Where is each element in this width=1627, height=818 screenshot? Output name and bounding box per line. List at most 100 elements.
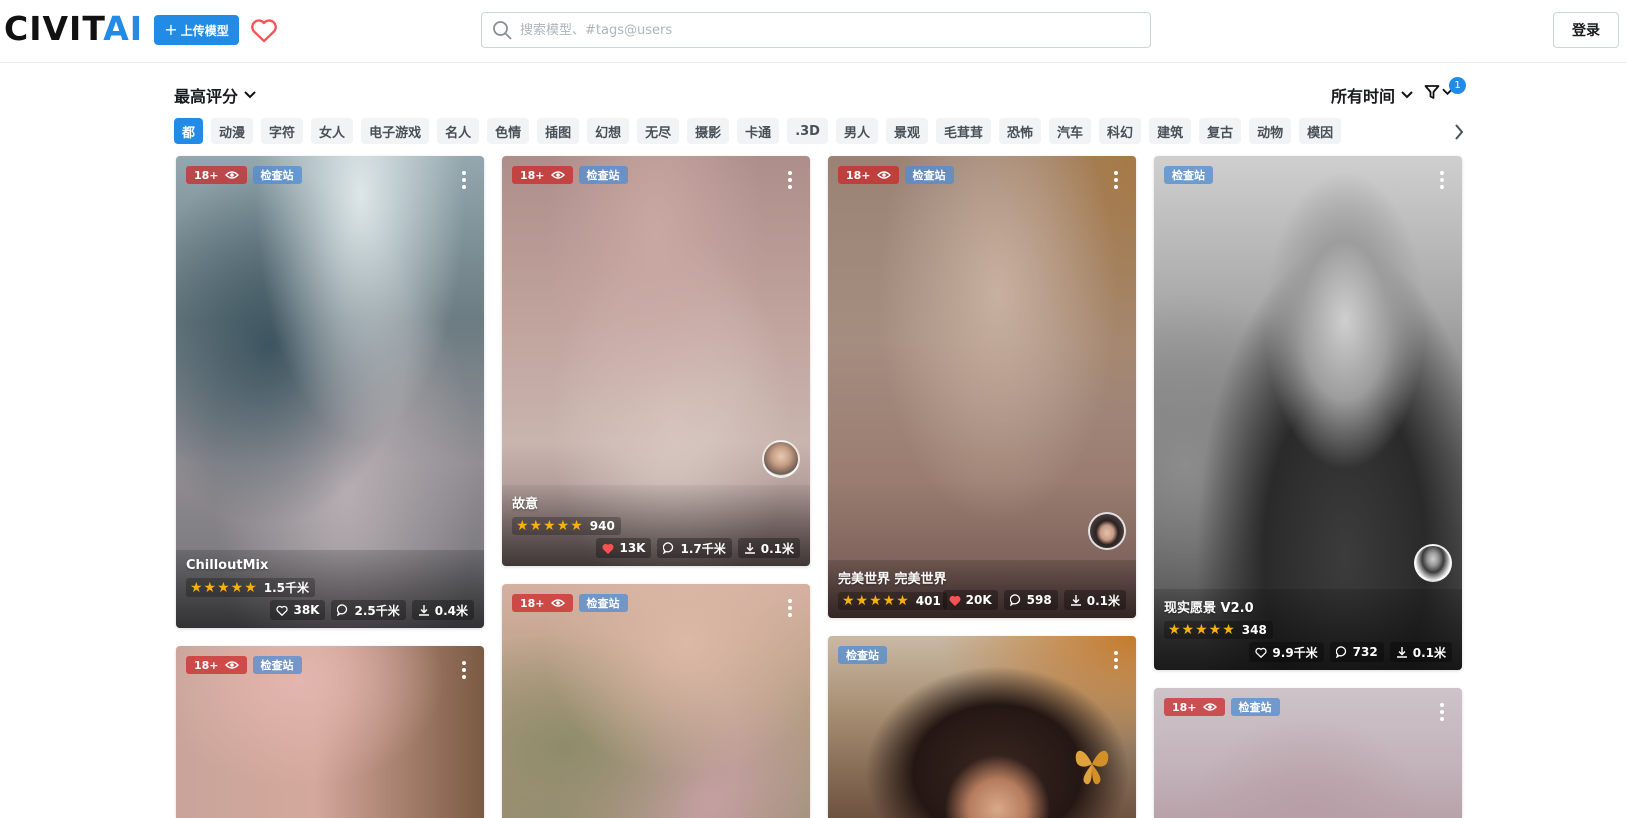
civitai-logo[interactable]: CIVITAI [4,12,143,45]
tag-landscape[interactable]: 景观 [885,118,928,144]
nsfw-badge[interactable]: 18+ [186,656,247,674]
model-name: 完美世界 完美世界 [838,572,947,587]
card-menu-button[interactable] [780,168,800,192]
dots-vertical-icon [788,599,792,617]
model-rating: ★★★★★ 401 [838,592,947,610]
tag-all[interactable]: 都 [174,118,204,144]
tag-fantasy[interactable]: 幻想 [587,118,630,144]
tag-horror[interactable]: 恐怖 [999,118,1042,144]
card-footer: 完美世界 完美世界 ★★★★★ 401 20K 598 0.1米 [828,560,1136,618]
checkpoint-badge: 检查站 [838,646,887,664]
heart-icon [251,19,277,43]
model-card[interactable]: 18+ 检查站 完美世界 完美世界 ★★★★★ 401 20K 598 0.1米 [828,156,1136,618]
creator-avatar[interactable] [1414,544,1452,582]
tag-endless[interactable]: 无尽 [637,118,680,144]
likes-stat: 13K [596,538,652,558]
search-icon [493,21,512,40]
nsfw-badge[interactable]: 18+ [512,594,573,612]
card-menu-button[interactable] [1432,168,1452,192]
eye-icon [224,661,239,669]
login-button[interactable]: 登录 [1553,12,1619,48]
chevron-down-icon [1401,91,1413,99]
downloads-stat: 0.1米 [1389,642,1452,662]
comment-icon [663,542,674,554]
nsfw-badge[interactable]: 18+ [186,166,247,184]
card-menu-button[interactable] [1106,648,1126,672]
card-menu-button[interactable] [780,596,800,620]
tag-3d[interactable]: .3D [787,118,828,144]
tag-photography[interactable]: 摄影 [687,118,730,144]
tag-animal[interactable]: 动物 [1249,118,1292,144]
period-dropdown[interactable]: 所有时间 [1331,83,1413,107]
heart-filled-icon [603,543,614,554]
nsfw-badge[interactable]: 18+ [512,166,573,184]
filter-count-badge: 1 [1449,77,1466,94]
downloads-stat: 0.1米 [737,538,800,558]
downloads-stat: 0.1米 [1063,590,1126,610]
tag-video-game[interactable]: 电子游戏 [361,118,430,144]
download-icon [1070,595,1081,606]
sort-dropdown[interactable]: 最高评分 [174,83,256,107]
card-menu-button[interactable] [454,658,474,682]
upload-model-button[interactable]: + 上传模型 [154,15,239,45]
nsfw-badge[interactable]: 18+ [838,166,899,184]
tag-furry[interactable]: 毛茸茸 [936,118,992,144]
filter-icon [1424,85,1440,99]
eye-icon [550,599,565,607]
model-card[interactable]: 18+ 检查站 [176,646,484,818]
download-icon [418,605,429,616]
likes-stat: 38K [270,600,326,620]
eye-icon [1202,703,1217,711]
tag-character[interactable]: 字符 [261,118,304,144]
model-card[interactable]: 18+ 检查站 故意 ★★★★★ 940 13K 1.7千米 0.1米 [502,156,810,566]
card-menu-button[interactable] [454,168,474,192]
tag-retro[interactable]: 复古 [1199,118,1242,144]
nsfw-badge[interactable]: 18+ [1164,698,1225,716]
model-stats: 20K 598 0.1米 [942,590,1126,610]
model-card[interactable]: 18+ 检查站 ChilloutMix ★★★★★ 1.5千米 38K 2.5千米… [176,156,484,628]
comments-stat: 732 [1329,642,1384,662]
card-menu-button[interactable] [1106,168,1126,192]
model-stats: 13K 1.7千米 0.1米 [512,538,800,558]
card-menu-button[interactable] [1432,700,1452,724]
plus-icon: + [164,20,178,39]
star-rating: ★★★★★ [842,593,910,609]
card-footer: ChilloutMix ★★★★★ 1.5千米 38K 2.5千米 0.4米 [176,550,484,628]
tag-scifi[interactable]: 科幻 [1099,118,1142,144]
downloads-stat: 0.4米 [411,600,474,620]
tag-cartoon[interactable]: 卡通 [737,118,780,144]
tags-scroll-right-button[interactable] [1436,120,1464,144]
tag-car[interactable]: 汽车 [1049,118,1092,144]
tag-celebrity[interactable]: 名人 [437,118,480,144]
creator-avatar[interactable] [762,440,800,478]
creator-avatar[interactable] [1088,512,1126,550]
search-bar[interactable] [481,12,1151,48]
comments-stat: 2.5千米 [331,600,406,620]
comment-icon [337,604,348,616]
model-card[interactable]: 18+ 检查站 [1154,688,1462,818]
tag-architecture[interactable]: 建筑 [1149,118,1192,144]
model-preview-image [502,584,810,818]
star-rating: ★★★★★ [190,579,258,596]
chevron-down-icon [244,91,256,99]
tag-sexy[interactable]: 色情 [487,118,530,144]
model-stats: 9.9千米 732 0.1米 [1164,642,1452,662]
model-card[interactable]: 检查站 现实愿景 V2.0 ★★★★★ 348 9.9千米 732 0.1米 [1154,156,1462,670]
checkpoint-badge: 检查站 [252,656,302,674]
eye-icon [876,171,891,179]
download-icon [1396,647,1407,658]
dots-vertical-icon [1440,171,1444,189]
model-name: 故意 [512,497,539,512]
tag-woman[interactable]: 女人 [311,118,354,144]
model-card[interactable]: 18+ 检查站 [502,584,810,818]
comment-icon [1335,646,1346,658]
card-footer: 现实愿景 V2.0 ★★★★★ 348 9.9千米 732 0.1米 [1154,589,1462,670]
support-heart-button[interactable] [248,14,280,46]
tag-man[interactable]: 男人 [835,118,878,144]
model-card[interactable]: 检查站 [828,636,1136,818]
search-input[interactable] [520,22,1120,38]
card-footer: 故意 ★★★★★ 940 13K 1.7千米 0.1米 [502,485,810,566]
tag-anime[interactable]: 动漫 [211,118,254,144]
tag-meme[interactable]: 模因 [1299,118,1342,144]
tag-illustration[interactable]: 插图 [537,118,580,144]
